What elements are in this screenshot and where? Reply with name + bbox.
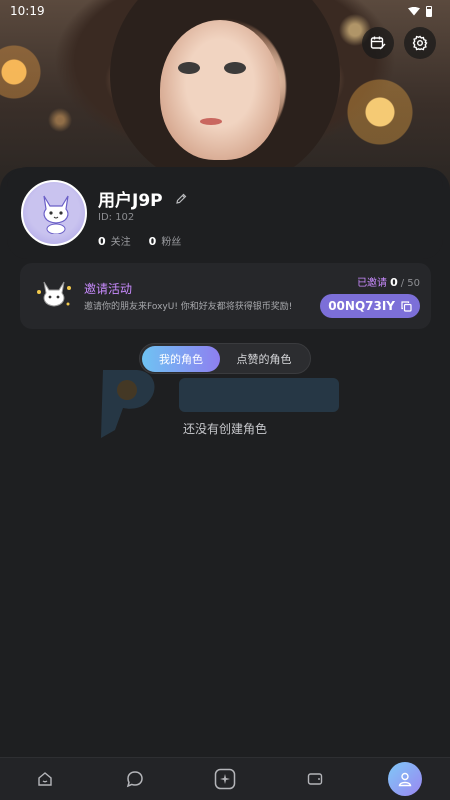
home-icon bbox=[38, 772, 52, 786]
wallet-icon bbox=[307, 773, 323, 785]
status-bar: 10:19 bbox=[0, 0, 450, 22]
gear-icon bbox=[412, 35, 428, 51]
invite-code-button[interactable]: 00NQ73IY bbox=[320, 294, 420, 318]
nav-wallet[interactable] bbox=[295, 759, 335, 799]
profile-nav-bubble bbox=[388, 762, 422, 796]
create-icon bbox=[214, 768, 236, 790]
followers-count: 0 bbox=[148, 235, 157, 248]
invited-count: 0 bbox=[390, 276, 398, 289]
battery-icon bbox=[426, 5, 432, 17]
copy-icon bbox=[401, 300, 412, 312]
nav-profile[interactable] bbox=[385, 759, 425, 799]
bottom-navigation bbox=[0, 757, 450, 800]
followers-stat[interactable]: 0 粉丝 bbox=[149, 233, 182, 248]
banner-face bbox=[160, 20, 280, 160]
invite-description: 邀请你的朋友来FoxyU! 你和好友都将获得银币奖励! bbox=[84, 302, 293, 312]
status-icons bbox=[408, 5, 432, 17]
nav-create[interactable] bbox=[205, 759, 245, 799]
profile-icon bbox=[398, 772, 412, 787]
invite-title: 邀请活动 bbox=[84, 282, 133, 296]
banner-lips bbox=[200, 118, 222, 125]
followers-label: 粉丝 bbox=[161, 237, 182, 248]
calendar-button[interactable] bbox=[362, 27, 394, 59]
banner-eye-left bbox=[178, 62, 200, 74]
invite-counter: 已邀请 0/ 50 bbox=[357, 274, 420, 289]
settings-button[interactable] bbox=[404, 27, 436, 59]
invite-code: 00NQ73IY bbox=[328, 299, 395, 313]
following-stat[interactable]: 0 关注 bbox=[98, 233, 131, 248]
invite-card[interactable]: 邀请活动 邀请你的朋友来FoxyU! 你和好友都将获得银币奖励! 已邀请 0/ 5… bbox=[20, 263, 431, 329]
calendar-edit-icon bbox=[370, 36, 386, 50]
invited-total: / 50 bbox=[400, 278, 420, 289]
user-id: ID: 102 bbox=[98, 212, 135, 223]
nav-chat[interactable] bbox=[115, 759, 155, 799]
profile-stats: 0 关注 0 粉丝 bbox=[98, 233, 181, 248]
username: 用户J9P bbox=[98, 191, 163, 211]
empty-state-text: 还没有创建角色 bbox=[182, 422, 267, 436]
banner-eye-right bbox=[224, 62, 246, 74]
wifi-icon bbox=[408, 6, 420, 16]
following-label: 关注 bbox=[110, 237, 131, 248]
following-count: 0 bbox=[98, 235, 106, 248]
status-time: 10:19 bbox=[10, 4, 45, 18]
fox-avatar-icon bbox=[43, 195, 69, 234]
username-row: 用户J9P bbox=[98, 186, 187, 211]
avatar[interactable] bbox=[21, 180, 87, 246]
pencil-icon[interactable] bbox=[175, 193, 187, 205]
fox-mascot-icon bbox=[37, 281, 71, 307]
chat-icon bbox=[126, 771, 143, 788]
invited-label: 已邀请 bbox=[357, 278, 388, 289]
nav-home[interactable] bbox=[25, 759, 65, 799]
